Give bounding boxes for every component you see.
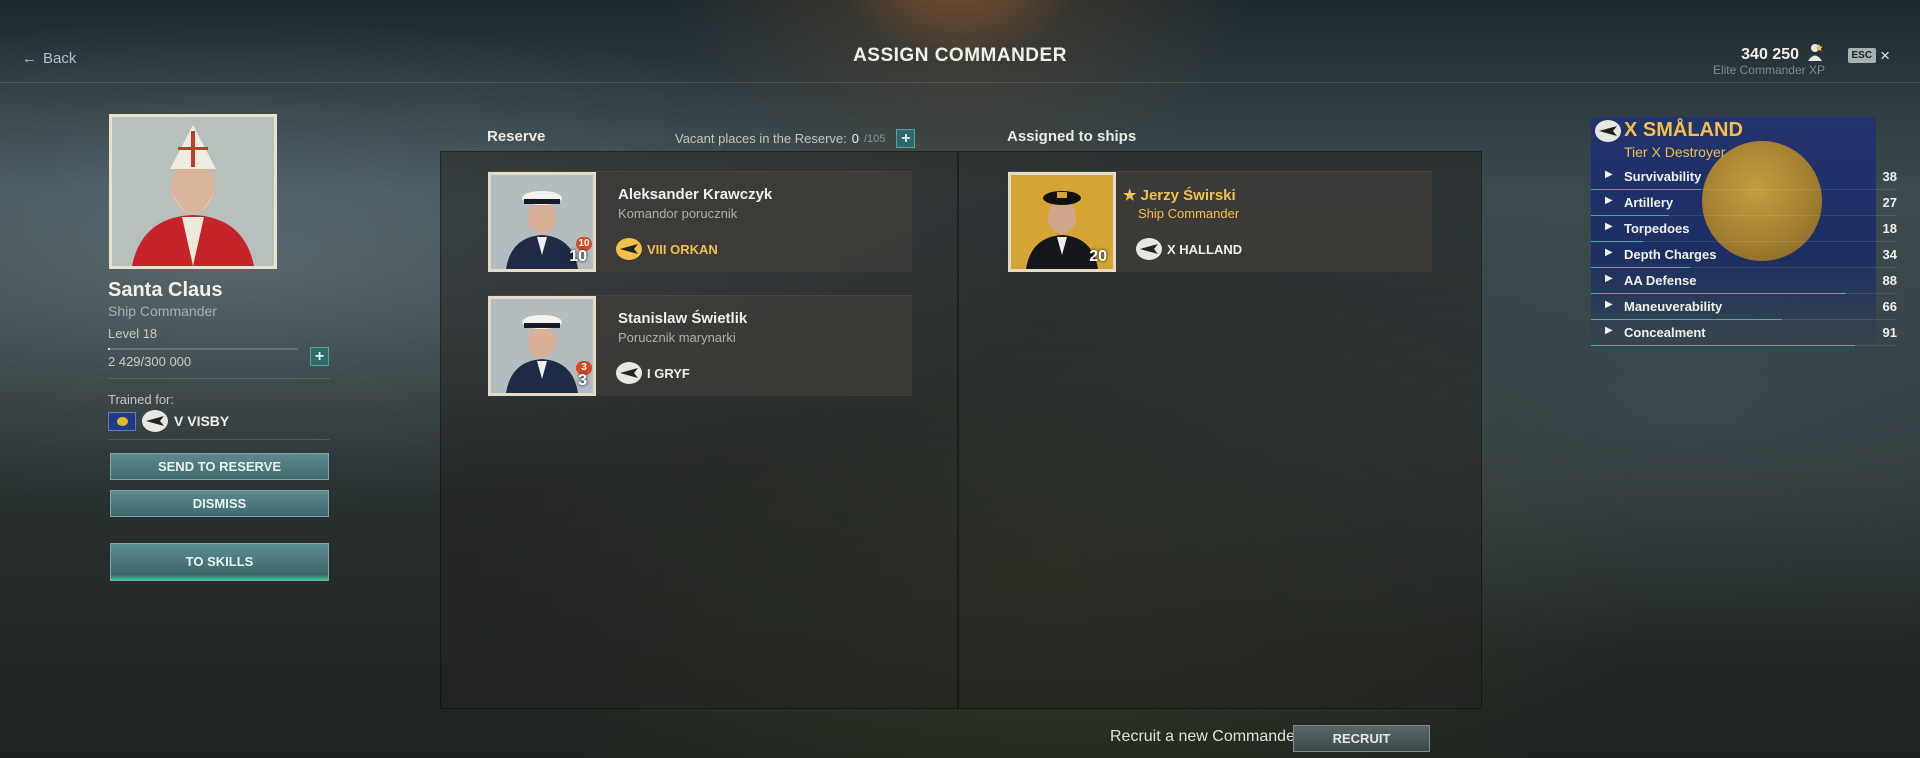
- plus-icon: +: [314, 348, 325, 365]
- ship-tier: Tier X Destroyer: [1624, 144, 1726, 160]
- stat-label: Torpedoes: [1624, 221, 1690, 236]
- stat-label: AA Defense: [1624, 273, 1697, 288]
- commander-ship: VIII ORKAN: [616, 238, 718, 260]
- stat-value: 34: [1882, 247, 1897, 262]
- destroyer-class-icon: [616, 238, 642, 260]
- ship-name: X SMÅLAND: [1624, 119, 1743, 141]
- ship-name: X HALLAND: [1167, 241, 1243, 257]
- chevron-right-icon: ▶: [1605, 169, 1613, 180]
- chevron-right-icon: ▶: [1605, 247, 1613, 258]
- commander-ship: X HALLAND: [1136, 238, 1242, 260]
- stat-value: 66: [1882, 299, 1897, 314]
- commander-rank: Komandor porucznik: [618, 206, 738, 221]
- commander-portrait: 10 10: [488, 172, 596, 272]
- plus-icon: +: [901, 130, 911, 147]
- ship-name: I GRYF: [647, 365, 690, 381]
- trained-for-label: Trained for:: [108, 392, 174, 407]
- commander-name: Santa Claus: [108, 279, 223, 301]
- recruit-button[interactable]: RECRUIT: [1293, 725, 1430, 752]
- add-reserve-slot-button[interactable]: +: [896, 129, 916, 148]
- chevron-right-icon: ▶: [1605, 221, 1613, 232]
- close-icon: ×: [1880, 45, 1890, 65]
- commander-portrait: [109, 114, 277, 269]
- stat-label: Survivability: [1624, 169, 1702, 184]
- destroyer-class-icon: [1136, 238, 1162, 260]
- trained-ship-name: V VISBY: [174, 413, 230, 429]
- ship-stat-row[interactable]: ▶ Torpedoes 18: [1591, 215, 1897, 242]
- stat-value: 91: [1882, 325, 1897, 340]
- commander-portrait: 3 3: [488, 296, 596, 396]
- send-to-reserve-button[interactable]: SEND TO RESERVE: [110, 453, 329, 480]
- ship-name: VIII ORKAN: [647, 241, 718, 257]
- ship-stat-row[interactable]: ▶ AA Defense 88: [1591, 267, 1897, 294]
- ship-stat-row[interactable]: ▶ Depth Charges 34: [1591, 241, 1897, 268]
- chevron-right-icon: ▶: [1605, 325, 1613, 336]
- reserve-commander-card[interactable]: 3 3 Stanislaw Świetlik Porucznik marynar…: [488, 295, 912, 396]
- chevron-right-icon: ▶: [1605, 299, 1613, 310]
- reserve-header: Reserve: [487, 128, 546, 145]
- stat-label: Concealment: [1624, 325, 1706, 340]
- reserve-vacant-places: Vacant places in the Reserve: 0/105 +: [675, 129, 916, 148]
- close-button[interactable]: ESC ×: [1847, 45, 1890, 65]
- stat-value: 38: [1882, 169, 1897, 184]
- assigned-commander-card[interactable]: 20 ★ Jerzy Świrski Ship Commander X HALL…: [1008, 171, 1432, 272]
- stat-bar: [1591, 345, 1855, 346]
- reserve-commander-card[interactable]: 10 10 Aleksander Krawczyk Komandor poruc…: [488, 171, 912, 272]
- destroyer-class-icon: [1595, 120, 1621, 142]
- commander-level: 20: [1089, 248, 1107, 265]
- stat-label: Depth Charges: [1624, 247, 1717, 262]
- destroyer-class-icon: [616, 362, 642, 384]
- stat-label: Maneuverability: [1624, 299, 1723, 314]
- commander-level: 3: [578, 372, 587, 389]
- divider: [108, 378, 330, 379]
- elite-xp-value: 340 250: [1741, 45, 1799, 63]
- ship-stat-row[interactable]: ▶ Concealment 91: [1591, 319, 1897, 346]
- commander-level: 10: [569, 248, 587, 265]
- stat-value: 88: [1882, 273, 1897, 288]
- dismiss-button[interactable]: DISMISS: [110, 490, 329, 517]
- elite-xp-label: Elite Commander XP: [1712, 63, 1825, 77]
- commander-portrait: 20: [1008, 172, 1116, 272]
- commander-xp-bar-fill: [108, 348, 110, 350]
- esc-key-label: ESC: [1847, 48, 1877, 63]
- assigned-header: Assigned to ships: [1007, 128, 1137, 145]
- page-title: ASSIGN COMMANDER: [853, 45, 1067, 66]
- commander-rank: Ship Commander: [108, 303, 217, 319]
- commander-name-row: ★ Jerzy Świrski: [1123, 186, 1236, 204]
- ship-stat-row[interactable]: ▶ Survivability 38: [1591, 163, 1897, 190]
- stat-value: 18: [1882, 221, 1897, 236]
- commander-xp-bar: [108, 348, 298, 350]
- chevron-right-icon: ▶: [1605, 273, 1613, 284]
- vacant-label: Vacant places in the Reserve:: [675, 131, 847, 146]
- add-xp-button[interactable]: +: [310, 347, 329, 366]
- divider: [108, 439, 330, 440]
- recruit-text: Recruit a new Commander: [1110, 728, 1301, 745]
- chevron-right-icon: ▶: [1605, 195, 1613, 206]
- commander-level: Level 18: [108, 326, 158, 341]
- header-divider: [0, 82, 1920, 83]
- commander-ship: I GRYF: [616, 362, 690, 384]
- destroyer-class-icon: [142, 410, 168, 432]
- ship-stat-row[interactable]: ▶ Maneuverability 66: [1591, 293, 1897, 320]
- vacant-count: 0: [851, 131, 859, 146]
- ship-stat-row[interactable]: ▶ Artillery 27: [1591, 189, 1897, 216]
- stat-value: 27: [1882, 195, 1897, 210]
- star-icon: ★: [1123, 187, 1137, 204]
- commander-name: Stanislaw Świetlik: [618, 310, 748, 327]
- to-skills-button[interactable]: TO SKILLS: [110, 543, 329, 581]
- commander-name: Aleksander Krawczyk: [618, 186, 773, 203]
- stat-label: Artillery: [1624, 195, 1674, 210]
- sweden-flag-icon: [108, 411, 136, 431]
- commander-xp-text: 2 429/300 000: [108, 354, 192, 369]
- ship-info-panel: X SMÅLAND Tier X Destroyer ▶ Survivabilit…: [1591, 117, 1915, 349]
- commander-rank: Ship Commander: [1138, 206, 1240, 221]
- commander-name: Jerzy Świrski: [1140, 187, 1236, 204]
- commander-rank: Porucznik marynarki: [618, 330, 736, 345]
- trained-ship: V VISBY: [108, 410, 229, 432]
- vacant-total: /105: [863, 132, 886, 145]
